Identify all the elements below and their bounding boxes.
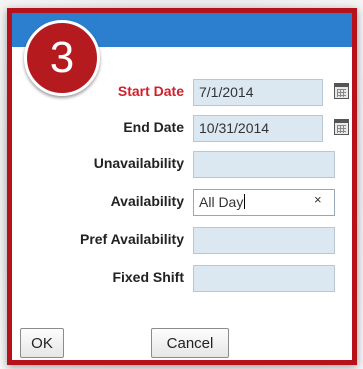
- text-caret: [244, 194, 246, 209]
- fixed-shift-field[interactable]: [193, 265, 335, 292]
- pref-availability-row: Pref Availability: [12, 227, 352, 255]
- availability-value: All Day: [199, 194, 244, 210]
- calendar-icon[interactable]: [334, 119, 349, 135]
- fixed-shift-label: Fixed Shift: [112, 269, 184, 285]
- step-number-badge: 3: [24, 20, 100, 96]
- end-date-label: End Date: [123, 119, 184, 135]
- unavailability-label: Unavailability: [93, 155, 184, 171]
- clear-icon[interactable]: ×: [314, 192, 322, 207]
- pref-availability-label: Pref Availability: [79, 231, 184, 247]
- fixed-shift-row: Fixed Shift: [12, 265, 352, 293]
- availability-row: Availability All Day ×: [12, 189, 352, 217]
- calendar-icon[interactable]: [334, 83, 349, 99]
- start-date-label: Start Date: [117, 83, 184, 99]
- availability-label: Availability: [110, 193, 184, 209]
- unavailability-row: Unavailability: [12, 151, 352, 179]
- unavailability-field[interactable]: [193, 151, 335, 178]
- end-date-field[interactable]: 10/31/2014: [193, 115, 323, 142]
- cancel-button[interactable]: Cancel: [151, 328, 229, 358]
- start-date-field[interactable]: 7/1/2014: [193, 79, 323, 106]
- end-date-row: End Date 10/31/2014: [12, 115, 352, 143]
- pref-availability-field[interactable]: [193, 227, 335, 254]
- ok-button[interactable]: OK: [20, 328, 64, 358]
